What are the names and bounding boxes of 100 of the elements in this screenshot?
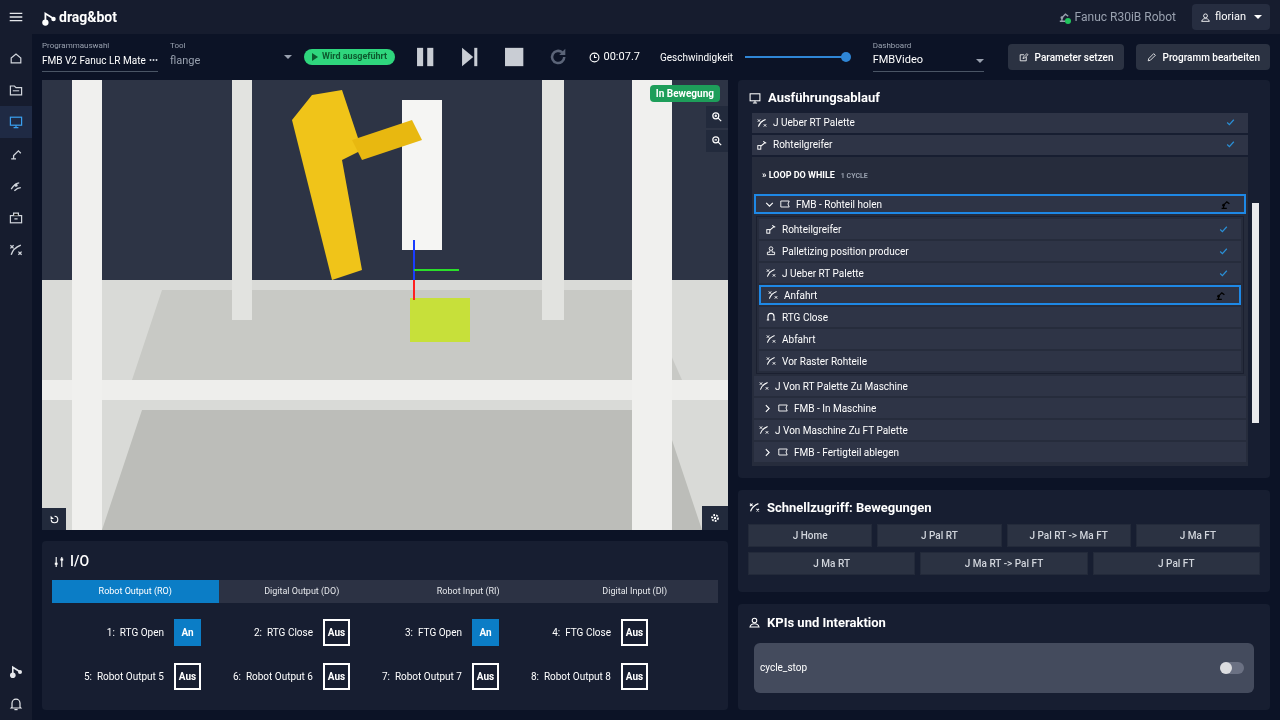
dashboard-select[interactable]: FMBVideo bbox=[872, 50, 984, 72]
output-label: 6: Robot Output 6 bbox=[232, 670, 313, 684]
gripper-icon bbox=[756, 138, 768, 151]
step-row[interactable]: FMB - In Maschine bbox=[754, 398, 1246, 418]
check-icon bbox=[1225, 139, 1236, 150]
field-label: Dashboard bbox=[872, 42, 913, 50]
step-row[interactable]: Abfahrt bbox=[759, 329, 1241, 349]
field-label: Tool bbox=[170, 42, 187, 50]
step-row[interactable]: Rohteilgreifer bbox=[759, 219, 1241, 239]
notification-icon[interactable] bbox=[8, 696, 24, 712]
move-button[interactable]: J Home bbox=[748, 523, 873, 547]
pause-icon[interactable] bbox=[415, 46, 436, 68]
more-icon[interactable]: ••• bbox=[148, 53, 158, 68]
output-toggle[interactable]: Aus bbox=[621, 663, 648, 690]
output-toggle[interactable]: Aus bbox=[323, 663, 350, 690]
output-label: 5: Robot Output 5 bbox=[83, 670, 164, 684]
output-toggle[interactable]: Aus bbox=[472, 663, 499, 690]
sliders-icon bbox=[52, 554, 66, 569]
scrollbar-thumb[interactable] bbox=[1252, 202, 1259, 423]
tool-select[interactable]: flange bbox=[170, 50, 280, 72]
app-logo-text: drag&bot bbox=[59, 7, 117, 27]
curve-arrows-icon bbox=[765, 333, 777, 345]
edit-icon bbox=[1017, 51, 1029, 63]
move-button[interactable]: J Ma RT -> Pal FT bbox=[920, 551, 1088, 575]
toggle-label: cycle_stop bbox=[760, 661, 809, 675]
move-button[interactable]: J Pal RT -> Ma FT bbox=[1006, 523, 1131, 547]
step-label: J Ueber RT Palette bbox=[773, 116, 856, 130]
toggle-switch[interactable] bbox=[1220, 661, 1244, 674]
output-label: 7: Robot Output 7 bbox=[381, 670, 462, 684]
speed-slider[interactable] bbox=[745, 52, 849, 62]
pencil-icon bbox=[1145, 51, 1157, 63]
status-badge: In Bewegung bbox=[649, 85, 720, 102]
user-icon bbox=[748, 616, 761, 630]
step-row[interactable]: FMB - Rohteil holen bbox=[754, 194, 1246, 214]
curve-arrows-icon bbox=[756, 116, 768, 129]
check-icon bbox=[1225, 117, 1236, 128]
tag-icon bbox=[777, 402, 789, 414]
step-label: Rohteilgreifer bbox=[782, 222, 843, 237]
loop-title: » LOOP DO WHILE bbox=[762, 168, 835, 182]
tag-icon bbox=[777, 446, 789, 458]
toolbar-button[interactable]: Parameter setzen bbox=[1007, 44, 1124, 70]
output-toggle[interactable]: Aus bbox=[323, 619, 350, 646]
curve-arrows-icon bbox=[765, 267, 777, 279]
gripper-icon bbox=[765, 223, 777, 235]
step-label: Rohteilgreifer bbox=[773, 138, 834, 152]
move-button[interactable]: J Ma FT bbox=[1135, 523, 1260, 547]
settings-icon bbox=[709, 512, 721, 524]
step-row[interactable]: Anfahrt bbox=[759, 285, 1241, 305]
step-row[interactable]: J Ueber RT Palette bbox=[759, 263, 1241, 283]
panel-title: Ausführungsablauf bbox=[768, 89, 880, 107]
zoom-out-button[interactable] bbox=[706, 130, 728, 152]
step-label: Vor Raster Rohteile bbox=[782, 354, 869, 369]
output-toggle[interactable]: Aus bbox=[174, 663, 201, 690]
output-label: 2: RTG Close bbox=[254, 626, 313, 640]
step-row[interactable]: Palletizing position producer bbox=[759, 241, 1241, 261]
step-row[interactable]: J Ueber RT Palette bbox=[752, 112, 1248, 133]
io-tab[interactable]: Robot Output (RO) bbox=[52, 580, 219, 603]
io-tab[interactable]: Digital Output (DO) bbox=[218, 580, 385, 603]
stamp-icon bbox=[765, 245, 777, 257]
settings-button[interactable] bbox=[702, 506, 728, 530]
check-icon bbox=[1218, 223, 1229, 235]
step-row[interactable]: Rohteilgreifer bbox=[752, 134, 1248, 155]
io-tab[interactable]: Robot Input (RI) bbox=[385, 580, 552, 603]
output-toggle[interactable]: An bbox=[472, 619, 499, 646]
zoom-in-button[interactable] bbox=[706, 106, 728, 128]
panel-title: I/O bbox=[70, 552, 90, 571]
curve-arrows-icon bbox=[765, 355, 777, 367]
output-label: 8: Robot Output 8 bbox=[530, 670, 611, 684]
move-button[interactable]: J Pal RT bbox=[877, 523, 1002, 547]
step-forward-icon[interactable] bbox=[459, 46, 480, 68]
move-button[interactable]: J Ma RT bbox=[748, 551, 916, 575]
output-toggle[interactable]: Aus bbox=[621, 619, 648, 646]
step-row[interactable]: Vor Raster Rohteile bbox=[759, 351, 1241, 371]
step-row[interactable]: RTG Close bbox=[759, 307, 1241, 327]
user-menu-button[interactable]: florian bbox=[1192, 4, 1270, 30]
reset-view-button[interactable] bbox=[42, 508, 66, 530]
speed-label: Geschwindigkeit bbox=[660, 50, 734, 65]
move-button[interactable]: J Pal FT bbox=[1092, 551, 1260, 575]
step-label: J Ueber RT Palette bbox=[782, 266, 865, 281]
output-label: 1: RTG Open bbox=[106, 626, 164, 640]
reset-icon bbox=[48, 513, 60, 525]
output-toggle[interactable]: An bbox=[174, 619, 201, 646]
robot-name: Fanuc R30iB Robot bbox=[1074, 9, 1176, 26]
check-icon bbox=[1218, 245, 1229, 257]
toolbar-button[interactable]: Programm bearbeiten bbox=[1135, 44, 1271, 70]
program-select[interactable]: FMB V2 Fanuc LR Mate ••• bbox=[42, 50, 158, 72]
step-row[interactable]: J Von Maschine Zu FT Palette bbox=[754, 420, 1246, 440]
user-icon bbox=[1200, 11, 1211, 23]
io-tab[interactable]: Digital Input (DI) bbox=[551, 580, 718, 603]
monitor-icon bbox=[748, 90, 762, 105]
caret-icon bbox=[1254, 15, 1262, 19]
briefcase-icon bbox=[8, 210, 24, 226]
step-row[interactable]: FMB - Fertigteil ablegen bbox=[754, 442, 1246, 462]
panel-title: Schnellzugriff: Bewegungen bbox=[767, 499, 932, 517]
step-row[interactable]: J Von RT Palette Zu Maschine bbox=[754, 376, 1246, 396]
elapsed-time: 00:07.7 bbox=[603, 48, 640, 65]
step-label: FMB - In Maschine bbox=[794, 401, 878, 416]
stop-icon[interactable] bbox=[503, 46, 525, 68]
curve-arrows-icon bbox=[748, 501, 761, 515]
step-label: Abfahrt bbox=[782, 332, 817, 347]
